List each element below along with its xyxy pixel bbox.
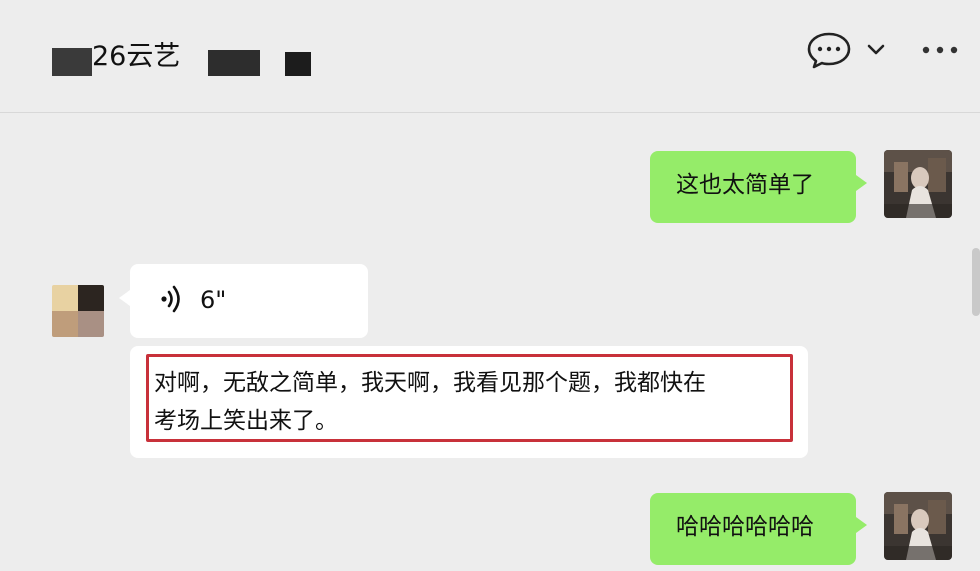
message-text: 对啊，无敌之简单，我天啊，我看见那个题，我都快在 考场上笑出来了。 [154,364,706,440]
bubble-tail [119,290,130,306]
bubble-tail [856,175,867,191]
voice-wave-icon [161,285,180,313]
scrollbar-thumb[interactable] [972,248,980,316]
voice-duration: 6" [200,286,227,314]
redacted-block [285,52,311,76]
self-avatar[interactable] [884,492,952,560]
bubble-tail [856,517,867,533]
voice-message-bubble[interactable]: 6" [119,264,368,338]
contact-avatar[interactable] [52,285,104,337]
message-bubble-contact[interactable]: 对啊，无敌之简单，我天啊，我看见那个题，我都快在 考场上笑出来了。 [130,346,808,458]
redacted-block [52,48,92,76]
message-bubble-self[interactable]: 这也太简单了 [650,151,867,223]
message-bubble-self[interactable]: 哈哈哈哈哈哈 [650,493,867,565]
chat-title: 26云艺 [92,41,181,72]
message-text: 这也太简单了 [676,172,814,198]
chevron-down-icon[interactable] [864,40,888,60]
redacted-block [208,50,260,76]
more-dots-icon[interactable] [918,38,962,62]
chat-header: 26云艺 [0,0,980,113]
chat-bubble-icon[interactable] [806,30,852,70]
message-text-line: 考场上笑出来了。 [154,408,338,434]
message-text-line: 对啊，无敌之简单，我天啊，我看见那个题，我都快在 [154,370,706,396]
self-avatar[interactable] [884,150,952,218]
message-text: 哈哈哈哈哈哈 [676,514,814,540]
